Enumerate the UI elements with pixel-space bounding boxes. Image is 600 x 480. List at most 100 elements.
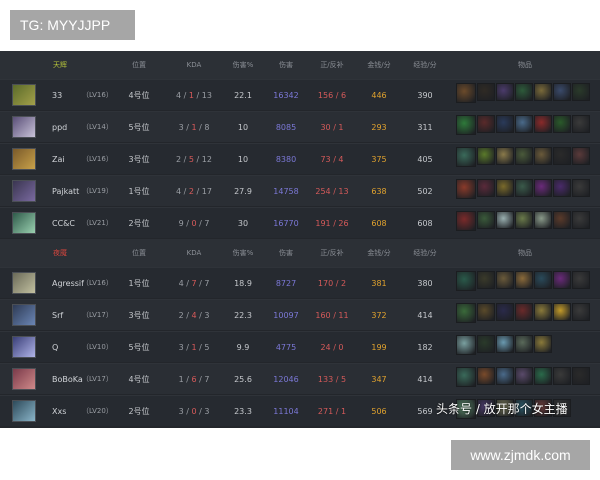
item-icon[interactable] xyxy=(477,83,495,101)
player-xpm: 608 xyxy=(417,219,433,228)
item-icon[interactable] xyxy=(477,335,495,353)
item-icon[interactable] xyxy=(496,211,514,229)
item-slots xyxy=(456,147,591,171)
kda-assists: 7 xyxy=(204,219,210,228)
item-icon[interactable] xyxy=(496,179,514,197)
player-xpm: 502 xyxy=(417,187,433,196)
item-icon[interactable] xyxy=(496,367,514,385)
hero-portrait-icon[interactable] xyxy=(12,400,36,422)
player-damage-pct: 10 xyxy=(237,155,249,164)
item-icon[interactable] xyxy=(515,335,533,353)
item-icon[interactable] xyxy=(553,271,571,289)
hero-portrait-icon[interactable] xyxy=(12,84,36,106)
item-icon[interactable] xyxy=(496,115,514,133)
player-gpm: 293 xyxy=(371,123,387,132)
player-xpm: 182 xyxy=(417,343,433,352)
dire-player-row[interactable]: BoBoKa （LV17） 4号位 1 / 6 / 7 25.6 12046 133 / 5… xyxy=(0,363,600,394)
item-icon[interactable] xyxy=(477,303,495,321)
item-icon[interactable] xyxy=(572,147,590,165)
item-icon[interactable] xyxy=(477,271,495,289)
item-icon[interactable] xyxy=(515,303,533,321)
item-icon[interactable] xyxy=(496,271,514,289)
item-icon[interactable] xyxy=(456,271,476,291)
item-icon[interactable] xyxy=(572,367,590,385)
item-icon[interactable] xyxy=(477,211,495,229)
item-icon[interactable] xyxy=(496,83,514,101)
item-icon[interactable] xyxy=(456,303,476,323)
item-icon[interactable] xyxy=(496,303,514,321)
item-icon[interactable] xyxy=(572,303,590,321)
hero-portrait-icon[interactable] xyxy=(12,368,36,390)
item-icon[interactable] xyxy=(572,179,590,197)
item-icon[interactable] xyxy=(456,211,476,231)
item-icon[interactable] xyxy=(534,335,552,353)
kda-sep: / xyxy=(194,155,202,164)
item-slots xyxy=(456,83,591,107)
item-icon[interactable] xyxy=(534,367,552,385)
item-icon[interactable] xyxy=(534,147,552,165)
radiant-player-row[interactable]: Pajkatt （LV19） 1号位 4 / 2 / 17 27.9 14758 254 /… xyxy=(0,175,600,206)
hero-portrait-icon[interactable] xyxy=(12,180,36,202)
item-icon[interactable] xyxy=(456,115,476,135)
item-icon[interactable] xyxy=(572,211,590,229)
radiant-player-row[interactable]: CC&C （LV21） 2号位 9 / 0 / 7 30 16770 191 / 26 608… xyxy=(0,207,600,238)
item-icon[interactable] xyxy=(496,147,514,165)
item-icon[interactable] xyxy=(515,147,533,165)
item-icon[interactable] xyxy=(553,303,571,321)
player-damage: 4775 xyxy=(275,343,297,352)
player-gpm: 608 xyxy=(371,219,387,228)
hero-portrait-icon[interactable] xyxy=(12,148,36,170)
item-icon[interactable] xyxy=(456,179,476,199)
player-damage: 12046 xyxy=(273,375,299,384)
player-lasthits: 254 / 13 xyxy=(315,187,349,196)
item-icon[interactable] xyxy=(477,367,495,385)
radiant-player-row[interactable]: ppd （LV14） 5号位 3 / 1 / 8 10 8085 30 / 1 293 311 xyxy=(0,111,600,142)
player-damage: 8085 xyxy=(275,123,297,132)
dire-player-row[interactable]: Srf （LV17） 3号位 2 / 4 / 3 22.3 10097 160 / 11 37… xyxy=(0,299,600,330)
player-damage: 11104 xyxy=(273,407,299,416)
item-icon[interactable] xyxy=(515,211,533,229)
item-icon[interactable] xyxy=(515,115,533,133)
player-damage-pct: 18.9 xyxy=(234,279,252,288)
item-icon[interactable] xyxy=(553,367,571,385)
dire-player-row[interactable]: Agressif （LV16） 1号位 4 / 7 / 7 18.9 8727 170 / … xyxy=(0,267,600,298)
item-icon[interactable] xyxy=(456,83,476,103)
item-icon[interactable] xyxy=(515,179,533,197)
item-icon[interactable] xyxy=(553,83,571,101)
hero-portrait-icon[interactable] xyxy=(12,116,36,138)
item-icon[interactable] xyxy=(496,335,514,353)
item-icon[interactable] xyxy=(534,271,552,289)
hero-portrait-icon[interactable] xyxy=(12,304,36,326)
item-icon[interactable] xyxy=(572,115,590,133)
player-lasthits: 73 / 4 xyxy=(320,155,344,164)
hero-portrait-icon[interactable] xyxy=(12,272,36,294)
item-icon[interactable] xyxy=(534,115,552,133)
item-icon[interactable] xyxy=(553,115,571,133)
player-lasthits: 191 / 26 xyxy=(315,219,349,228)
radiant-player-row[interactable]: 33 （LV16） 4号位 4 / 1 / 13 22.1 16342 156 / 6 446… xyxy=(0,79,600,110)
item-icon[interactable] xyxy=(477,115,495,133)
item-icon[interactable] xyxy=(456,147,476,167)
dire-player-row[interactable]: Q （LV10） 5号位 3 / 1 / 5 9.9 4775 24 / 0 199 182 xyxy=(0,331,600,362)
item-icon[interactable] xyxy=(553,179,571,197)
item-icon[interactable] xyxy=(477,179,495,197)
player-damage: 8727 xyxy=(275,279,297,288)
item-icon[interactable] xyxy=(534,303,552,321)
item-icon[interactable] xyxy=(534,211,552,229)
item-icon[interactable] xyxy=(572,271,590,289)
item-icon[interactable] xyxy=(572,83,590,101)
item-icon[interactable] xyxy=(534,179,552,197)
radiant-player-row[interactable]: Zai （LV16） 3号位 2 / 5 / 12 10 8380 73 / 4 375 405 xyxy=(0,143,600,174)
item-icon[interactable] xyxy=(515,367,533,385)
item-icon[interactable] xyxy=(553,147,571,165)
hero-portrait-icon[interactable] xyxy=(12,212,36,234)
item-icon[interactable] xyxy=(456,335,476,355)
item-icon[interactable] xyxy=(515,83,533,101)
item-icon[interactable] xyxy=(477,147,495,165)
item-icon[interactable] xyxy=(553,211,571,229)
item-icon[interactable] xyxy=(534,83,552,101)
item-icon[interactable] xyxy=(456,367,476,387)
item-icon[interactable] xyxy=(515,271,533,289)
item-slots xyxy=(456,271,591,295)
hero-portrait-icon[interactable] xyxy=(12,336,36,358)
